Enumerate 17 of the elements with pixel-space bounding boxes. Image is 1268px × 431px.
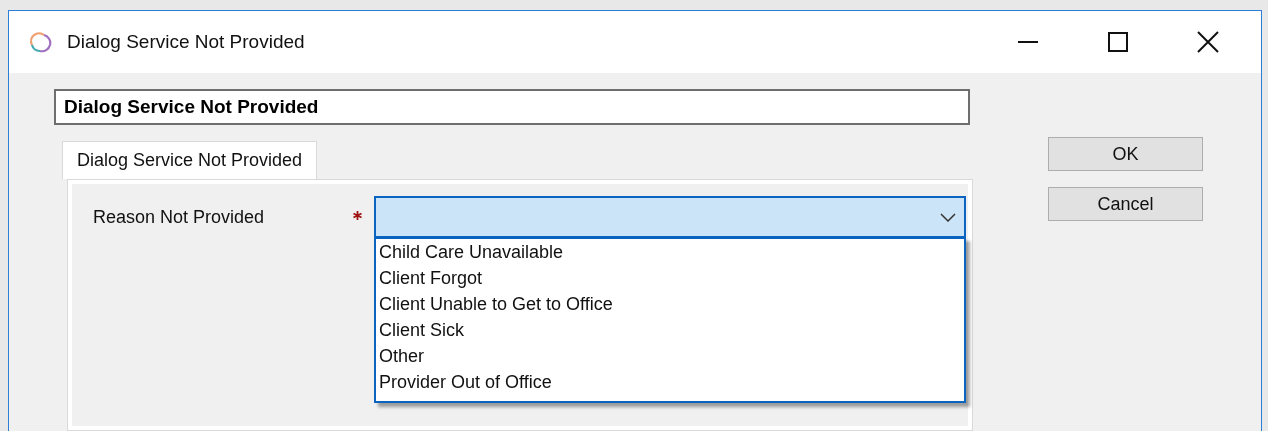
minimize-icon bbox=[1018, 41, 1038, 43]
tab[interactable]: Dialog Service Not Provided bbox=[62, 141, 318, 179]
reason-combobox[interactable] bbox=[374, 196, 966, 238]
maximize-icon bbox=[1108, 32, 1128, 52]
chevron-down-icon bbox=[940, 212, 956, 222]
field-label: Reason Not Provided bbox=[93, 206, 266, 229]
dropdown-option[interactable]: Client Unable to Get to Office bbox=[379, 291, 964, 317]
dropdown-option[interactable]: Provider Out of Office bbox=[379, 369, 964, 395]
dialog-button[interactable]: Cancel bbox=[1048, 187, 1203, 221]
window-title: Dialog Service Not Provided bbox=[67, 29, 305, 54]
dialog-button[interactable]: OK bbox=[1048, 137, 1203, 171]
close-icon bbox=[1197, 31, 1219, 53]
name-field[interactable]: Dialog Service Not Provided bbox=[54, 89, 970, 125]
dropdown-option[interactable]: Client Forgot bbox=[379, 265, 964, 291]
dropdown-option[interactable]: Other bbox=[379, 343, 964, 369]
dropdown-option[interactable]: Child Care Unavailable bbox=[379, 239, 964, 265]
dropdown-option[interactable]: Client Sick bbox=[379, 317, 964, 343]
